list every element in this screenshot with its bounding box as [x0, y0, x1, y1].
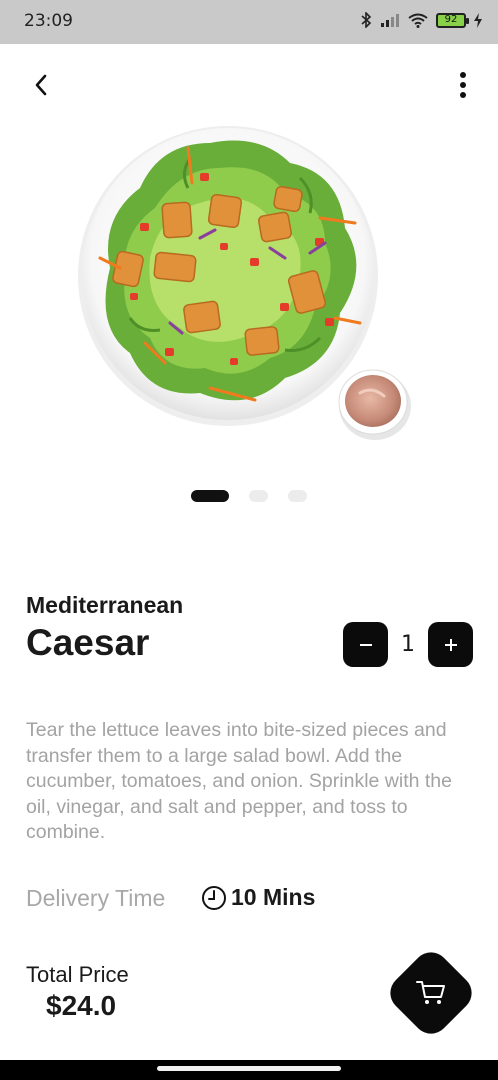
charging-icon: [474, 12, 482, 28]
decrease-quantity-button[interactable]: [343, 622, 388, 667]
back-button[interactable]: [22, 66, 60, 104]
more-options-button[interactable]: [450, 66, 476, 104]
add-to-cart-button[interactable]: [382, 944, 480, 1042]
delivery-time: 10 Mins: [201, 884, 315, 911]
plus-icon: [444, 638, 457, 651]
carousel-dot[interactable]: [288, 490, 307, 502]
chevron-left-icon: [35, 74, 47, 96]
carousel-dot-active[interactable]: [191, 490, 229, 502]
status-bar: 23:09 92: [0, 0, 498, 44]
bluetooth-icon: [361, 12, 372, 28]
product-description: Tear the lettuce leaves into bite-sized …: [26, 719, 452, 843]
product-subtitle: Mediterranean: [26, 592, 184, 618]
home-indicator[interactable]: [157, 1066, 341, 1071]
total-price-value: $24.0: [46, 990, 117, 1021]
delivery-time-label: Delivery Time: [26, 885, 166, 911]
increase-quantity-button[interactable]: [428, 622, 473, 667]
product-title: Caesar: [26, 622, 150, 663]
product-image[interactable]: [70, 118, 430, 448]
total-price-label: Total Price: [26, 962, 129, 987]
more-vertical-icon: [460, 72, 466, 98]
delivery-time-value: 10 Mins: [231, 884, 316, 910]
status-icons: 92: [361, 12, 482, 28]
cart-icon: [416, 981, 445, 1004]
caesar-salad-image: [78, 126, 411, 440]
carousel-dot[interactable]: [249, 490, 268, 502]
clock-icon: [202, 885, 226, 910]
wifi-icon: [408, 13, 428, 28]
status-time: 23:09: [24, 11, 73, 31]
carousel-indicator: [0, 490, 498, 502]
navigation-bar: [0, 1060, 498, 1080]
battery-icon: 92: [436, 12, 469, 28]
minus-icon: [359, 643, 372, 646]
signal-icon: [381, 14, 399, 27]
quantity-value: 1: [401, 632, 415, 657]
quantity-stepper: 1: [343, 622, 473, 667]
battery-level: 92: [444, 13, 458, 25]
